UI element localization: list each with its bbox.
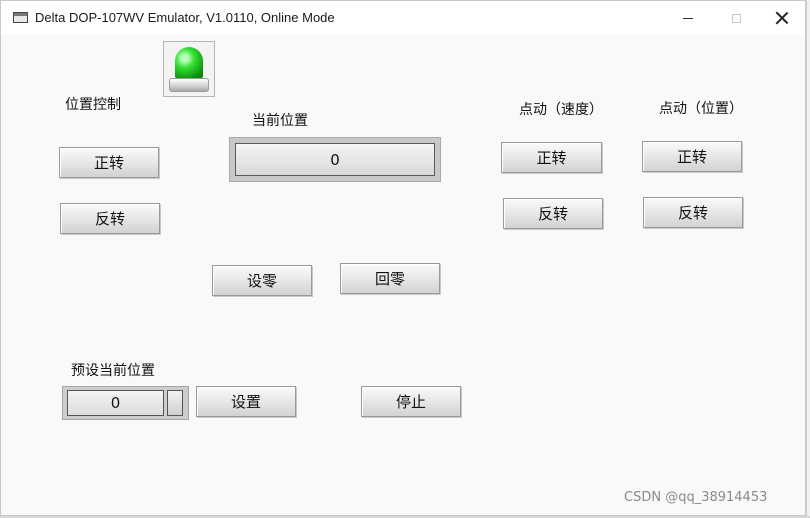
jog-speed-reverse-button[interactable]: 反转 [503,198,603,229]
position-forward-button[interactable]: 正转 [59,147,159,178]
close-button[interactable] [759,3,805,33]
current-position-value: 0 [235,143,435,176]
jog-position-reverse-button[interactable]: 反转 [643,197,743,228]
watermark: CSDN @qq_38914453 [624,490,768,505]
green-signal-lamp-icon [175,47,203,79]
close-icon [776,12,788,24]
preset-position-input[interactable]: 0 [62,386,189,420]
preset-position-label: 预设当前位置 [71,363,155,379]
set-button[interactable]: 设置 [196,386,296,417]
jog-speed-forward-button[interactable]: 正转 [501,142,602,173]
maximize-button[interactable] [713,3,759,33]
stop-button[interactable]: 停止 [361,386,461,417]
status-lamp [163,41,215,97]
position-control-label: 位置控制 [65,97,121,113]
jog-position-label: 点动（位置） [659,101,743,117]
preset-position-value[interactable]: 0 [67,390,164,416]
minimize-button[interactable] [665,3,711,33]
maximize-icon [731,13,741,23]
window-title: Delta DOP-107WV Emulator, V1.0110, Onlin… [35,10,335,25]
return-zero-button[interactable]: 回零 [340,263,440,294]
emulator-window: Delta DOP-107WV Emulator, V1.0110, Onlin… [0,0,806,516]
current-position-label: 当前位置 [252,113,308,129]
jog-speed-label: 点动（速度） [519,102,603,118]
minimize-icon [683,17,693,19]
lamp-base [169,78,209,92]
set-zero-button[interactable]: 设零 [212,265,312,296]
position-reverse-button[interactable]: 反转 [60,203,160,234]
jog-position-forward-button[interactable]: 正转 [642,141,742,172]
background-window-edge [806,0,810,518]
preset-slider-handle[interactable] [167,390,183,416]
current-position-display: 0 [229,137,441,182]
title-bar: Delta DOP-107WV Emulator, V1.0110, Onlin… [1,1,805,35]
app-window-icon [13,12,28,23]
